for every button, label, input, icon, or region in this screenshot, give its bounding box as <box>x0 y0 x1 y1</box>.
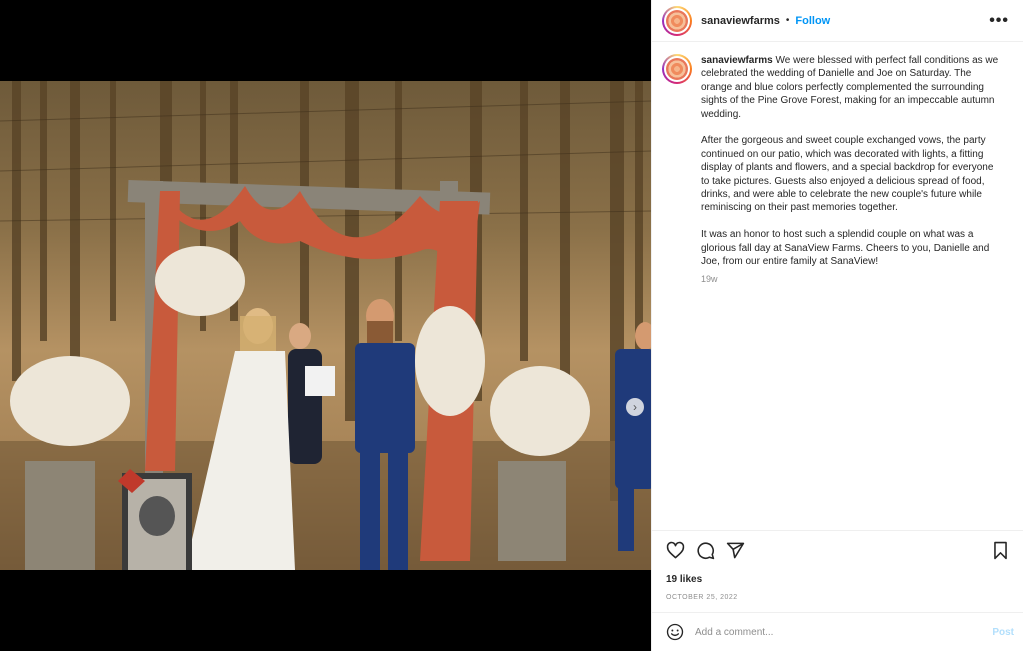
caption-text: sanaviewfarms We were blessed with perfe… <box>701 54 1001 530</box>
heart-icon[interactable] <box>666 541 685 560</box>
avatar[interactable] <box>662 5 692 36</box>
profile-picture <box>666 9 688 32</box>
caption-username-link[interactable]: sanaviewfarms <box>701 55 773 66</box>
chevron-right-icon[interactable]: › <box>626 398 644 416</box>
avatar[interactable] <box>662 54 692 84</box>
post-media: › <box>0 0 651 651</box>
comment-icon[interactable] <box>696 541 715 560</box>
wedding-photo-illustration <box>0 81 651 570</box>
bookmark-icon[interactable] <box>991 541 1010 560</box>
post-comment-button[interactable]: Post <box>992 627 1014 638</box>
wedding-photo[interactable]: › <box>0 81 651 570</box>
separator-dot: • <box>785 15 790 26</box>
post-side-panel: sanaviewfarms • Follow ••• sanaviewfarms… <box>651 0 1023 651</box>
caption-paragraph-3: It was an honor to host such a splendid … <box>701 229 990 268</box>
share-icon[interactable] <box>726 541 745 560</box>
post-actions: 19 likes OCTOBER 25, 2022 <box>652 530 1023 601</box>
likes-count[interactable]: 19 likes <box>666 574 1010 585</box>
more-icon[interactable]: ••• <box>989 12 1009 30</box>
post-date: OCTOBER 25, 2022 <box>666 594 738 601</box>
username-link[interactable]: sanaviewfarms <box>701 15 780 27</box>
comment-input[interactable] <box>695 626 993 638</box>
action-bar <box>666 541 1010 559</box>
comment-form: Post <box>652 612 1023 651</box>
post-time-ago[interactable]: 19w <box>701 273 1001 286</box>
caption-section: sanaviewfarms We were blessed with perfe… <box>652 42 1023 530</box>
emoji-icon[interactable] <box>666 623 684 641</box>
profile-picture <box>666 58 688 80</box>
post-header: sanaviewfarms • Follow ••• <box>652 0 1023 42</box>
follow-button[interactable]: Follow <box>795 15 830 27</box>
caption-paragraph-2: After the gorgeous and sweet couple exch… <box>701 135 994 214</box>
